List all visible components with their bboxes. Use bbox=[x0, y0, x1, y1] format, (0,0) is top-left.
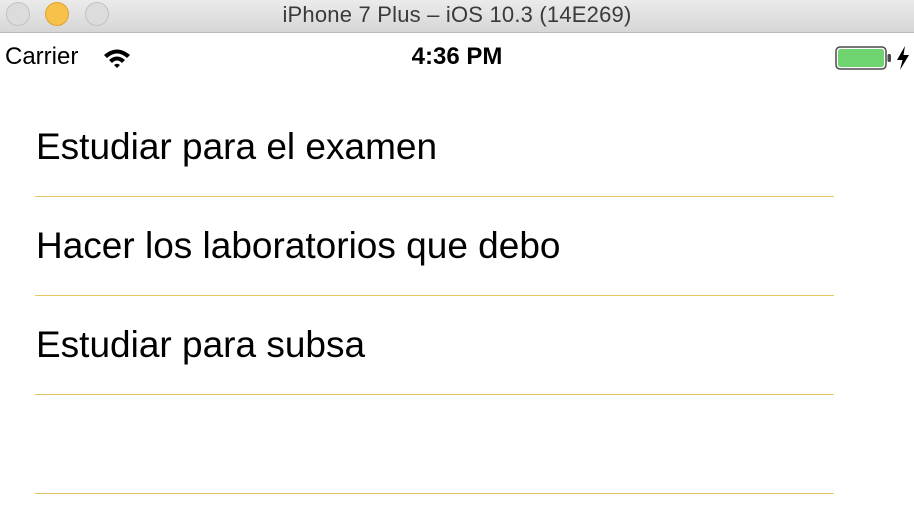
window-title: iPhone 7 Plus – iOS 10.3 (14E269) bbox=[282, 2, 632, 27]
title-bar: iPhone 7 Plus – iOS 10.3 (14E269) bbox=[0, 0, 914, 33]
task-row[interactable]: Estudiar para el examen bbox=[35, 98, 834, 197]
status-time: 4:36 PM bbox=[411, 43, 503, 70]
task-row-empty[interactable] bbox=[35, 395, 834, 494]
bolt-icon bbox=[897, 46, 909, 70]
battery-icon bbox=[835, 46, 891, 70]
task-label: Hacer los laboratorios que debo bbox=[36, 225, 561, 266]
task-label: Estudiar para el examen bbox=[36, 126, 438, 167]
task-row[interactable]: Hacer los laboratorios que debo bbox=[35, 197, 834, 296]
ios-status-bar: Carrier 4:36 PM bbox=[0, 33, 914, 81]
task-list: Estudiar para el examen Hacer los labora… bbox=[0, 98, 914, 494]
simulator-window: iPhone 7 Plus – iOS 10.3 (14E269) Carrie… bbox=[0, 0, 914, 520]
task-label: Estudiar para subsa bbox=[36, 324, 366, 365]
task-row[interactable]: Estudiar para subsa bbox=[35, 296, 834, 395]
